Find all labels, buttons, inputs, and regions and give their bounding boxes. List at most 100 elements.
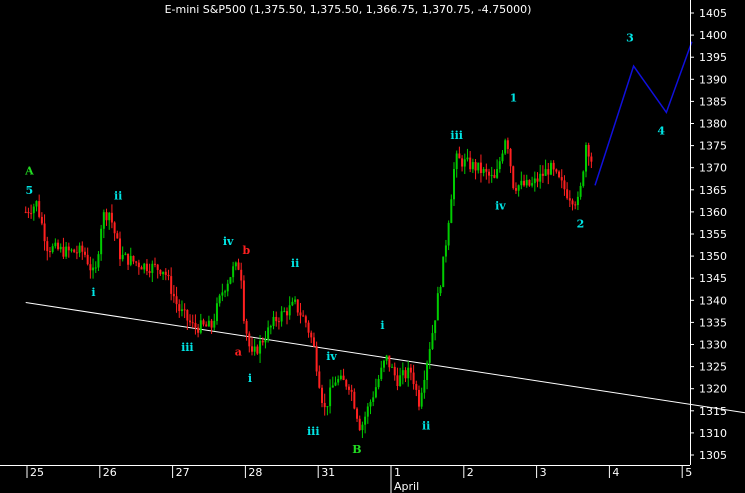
candle-body [304, 316, 307, 323]
candle-body [81, 245, 84, 252]
candle-body [73, 249, 76, 253]
candle-body [321, 387, 324, 403]
candle-body [407, 367, 410, 379]
candle-body [110, 212, 113, 223]
candle-body [315, 346, 318, 372]
candle-body [162, 271, 165, 275]
candle-body [178, 304, 181, 312]
wave-label: iv [326, 350, 337, 363]
candle-body [329, 387, 332, 407]
candle-body [361, 424, 364, 431]
y-tick-label: 1365 [699, 184, 727, 197]
candle-body [401, 370, 404, 376]
y-tick-label: 1310 [699, 427, 727, 440]
candle-body [428, 349, 431, 363]
candle-body [89, 264, 92, 271]
x-tick-label: 5 [685, 466, 692, 479]
x-tick-label: 27 [176, 466, 190, 479]
candle-body [226, 283, 229, 292]
candle-body [248, 333, 251, 347]
candle-body [488, 171, 491, 176]
candle-body [393, 366, 396, 376]
candle-body [391, 366, 394, 368]
candle-body [579, 185, 582, 197]
candle-body [544, 169, 547, 176]
candle-body [469, 157, 472, 170]
candle-body [294, 299, 297, 302]
candle-body [194, 322, 197, 328]
candle-body [369, 401, 372, 407]
candle-body [296, 299, 299, 313]
candle-body [423, 379, 426, 393]
candle-body [43, 223, 46, 242]
candle-body [584, 145, 587, 172]
candle-body [259, 340, 262, 354]
candle-body [364, 416, 367, 425]
candle-body [283, 311, 286, 313]
candle-body [533, 178, 536, 184]
candle-body [504, 140, 507, 154]
candle-body [434, 320, 437, 334]
candle-body [574, 204, 577, 206]
candle-body [35, 201, 38, 207]
candle-body [154, 263, 157, 265]
candle-body [172, 293, 175, 297]
candle-body [143, 263, 146, 270]
candle-body [113, 222, 116, 234]
candle-body [339, 375, 342, 380]
wave-label: b [242, 244, 250, 257]
candle-body [404, 370, 407, 379]
candle-body [242, 280, 245, 322]
x-tick-label: 25 [30, 466, 44, 479]
y-tick-label: 1320 [699, 383, 727, 396]
candle-body [571, 200, 574, 205]
candle-body [482, 169, 485, 173]
candle-body [215, 303, 218, 321]
candle-body [356, 408, 359, 419]
candle-body [124, 253, 127, 255]
candle-body [151, 263, 154, 273]
candle-body [164, 271, 167, 275]
month-label: April [394, 480, 419, 493]
wave-label: ii [422, 419, 430, 432]
candle-body [310, 332, 313, 338]
candle-body [566, 189, 569, 199]
candle-body [102, 212, 105, 229]
y-tick-label: 1400 [699, 29, 727, 42]
candle-body [24, 211, 27, 213]
candle-body [229, 277, 232, 284]
wave-label: 3 [626, 32, 634, 45]
candle-body [250, 346, 253, 352]
candle-body [299, 312, 302, 316]
candle-body [576, 196, 579, 206]
y-tick-label: 1395 [699, 51, 727, 64]
candle-body [256, 346, 259, 354]
y-tick-label: 1340 [699, 294, 727, 307]
candle-body [62, 246, 65, 257]
candle-body [86, 254, 89, 265]
candle-body [46, 241, 49, 252]
candle-body [366, 406, 369, 417]
candle-body [121, 254, 124, 260]
candle-body [477, 162, 480, 171]
wave-label: A [24, 164, 34, 177]
candle-body [129, 255, 132, 265]
candle-body [417, 389, 420, 407]
candle-body [323, 402, 326, 408]
x-tick-label: 1 [394, 466, 401, 479]
candle-body [512, 166, 515, 189]
candle-body [558, 171, 561, 178]
candle-body [48, 251, 51, 253]
candle-body [506, 140, 509, 149]
candle-body [127, 253, 130, 265]
candle-body [353, 391, 356, 409]
candle-body [474, 162, 477, 171]
candle-body [108, 212, 111, 221]
candle-body [264, 339, 267, 343]
candle-body [385, 355, 388, 361]
candle-body [498, 161, 501, 170]
candle-body [420, 392, 423, 407]
candle-body [237, 262, 240, 270]
candle-body [186, 309, 189, 321]
y-tick-label: 1375 [699, 140, 727, 153]
